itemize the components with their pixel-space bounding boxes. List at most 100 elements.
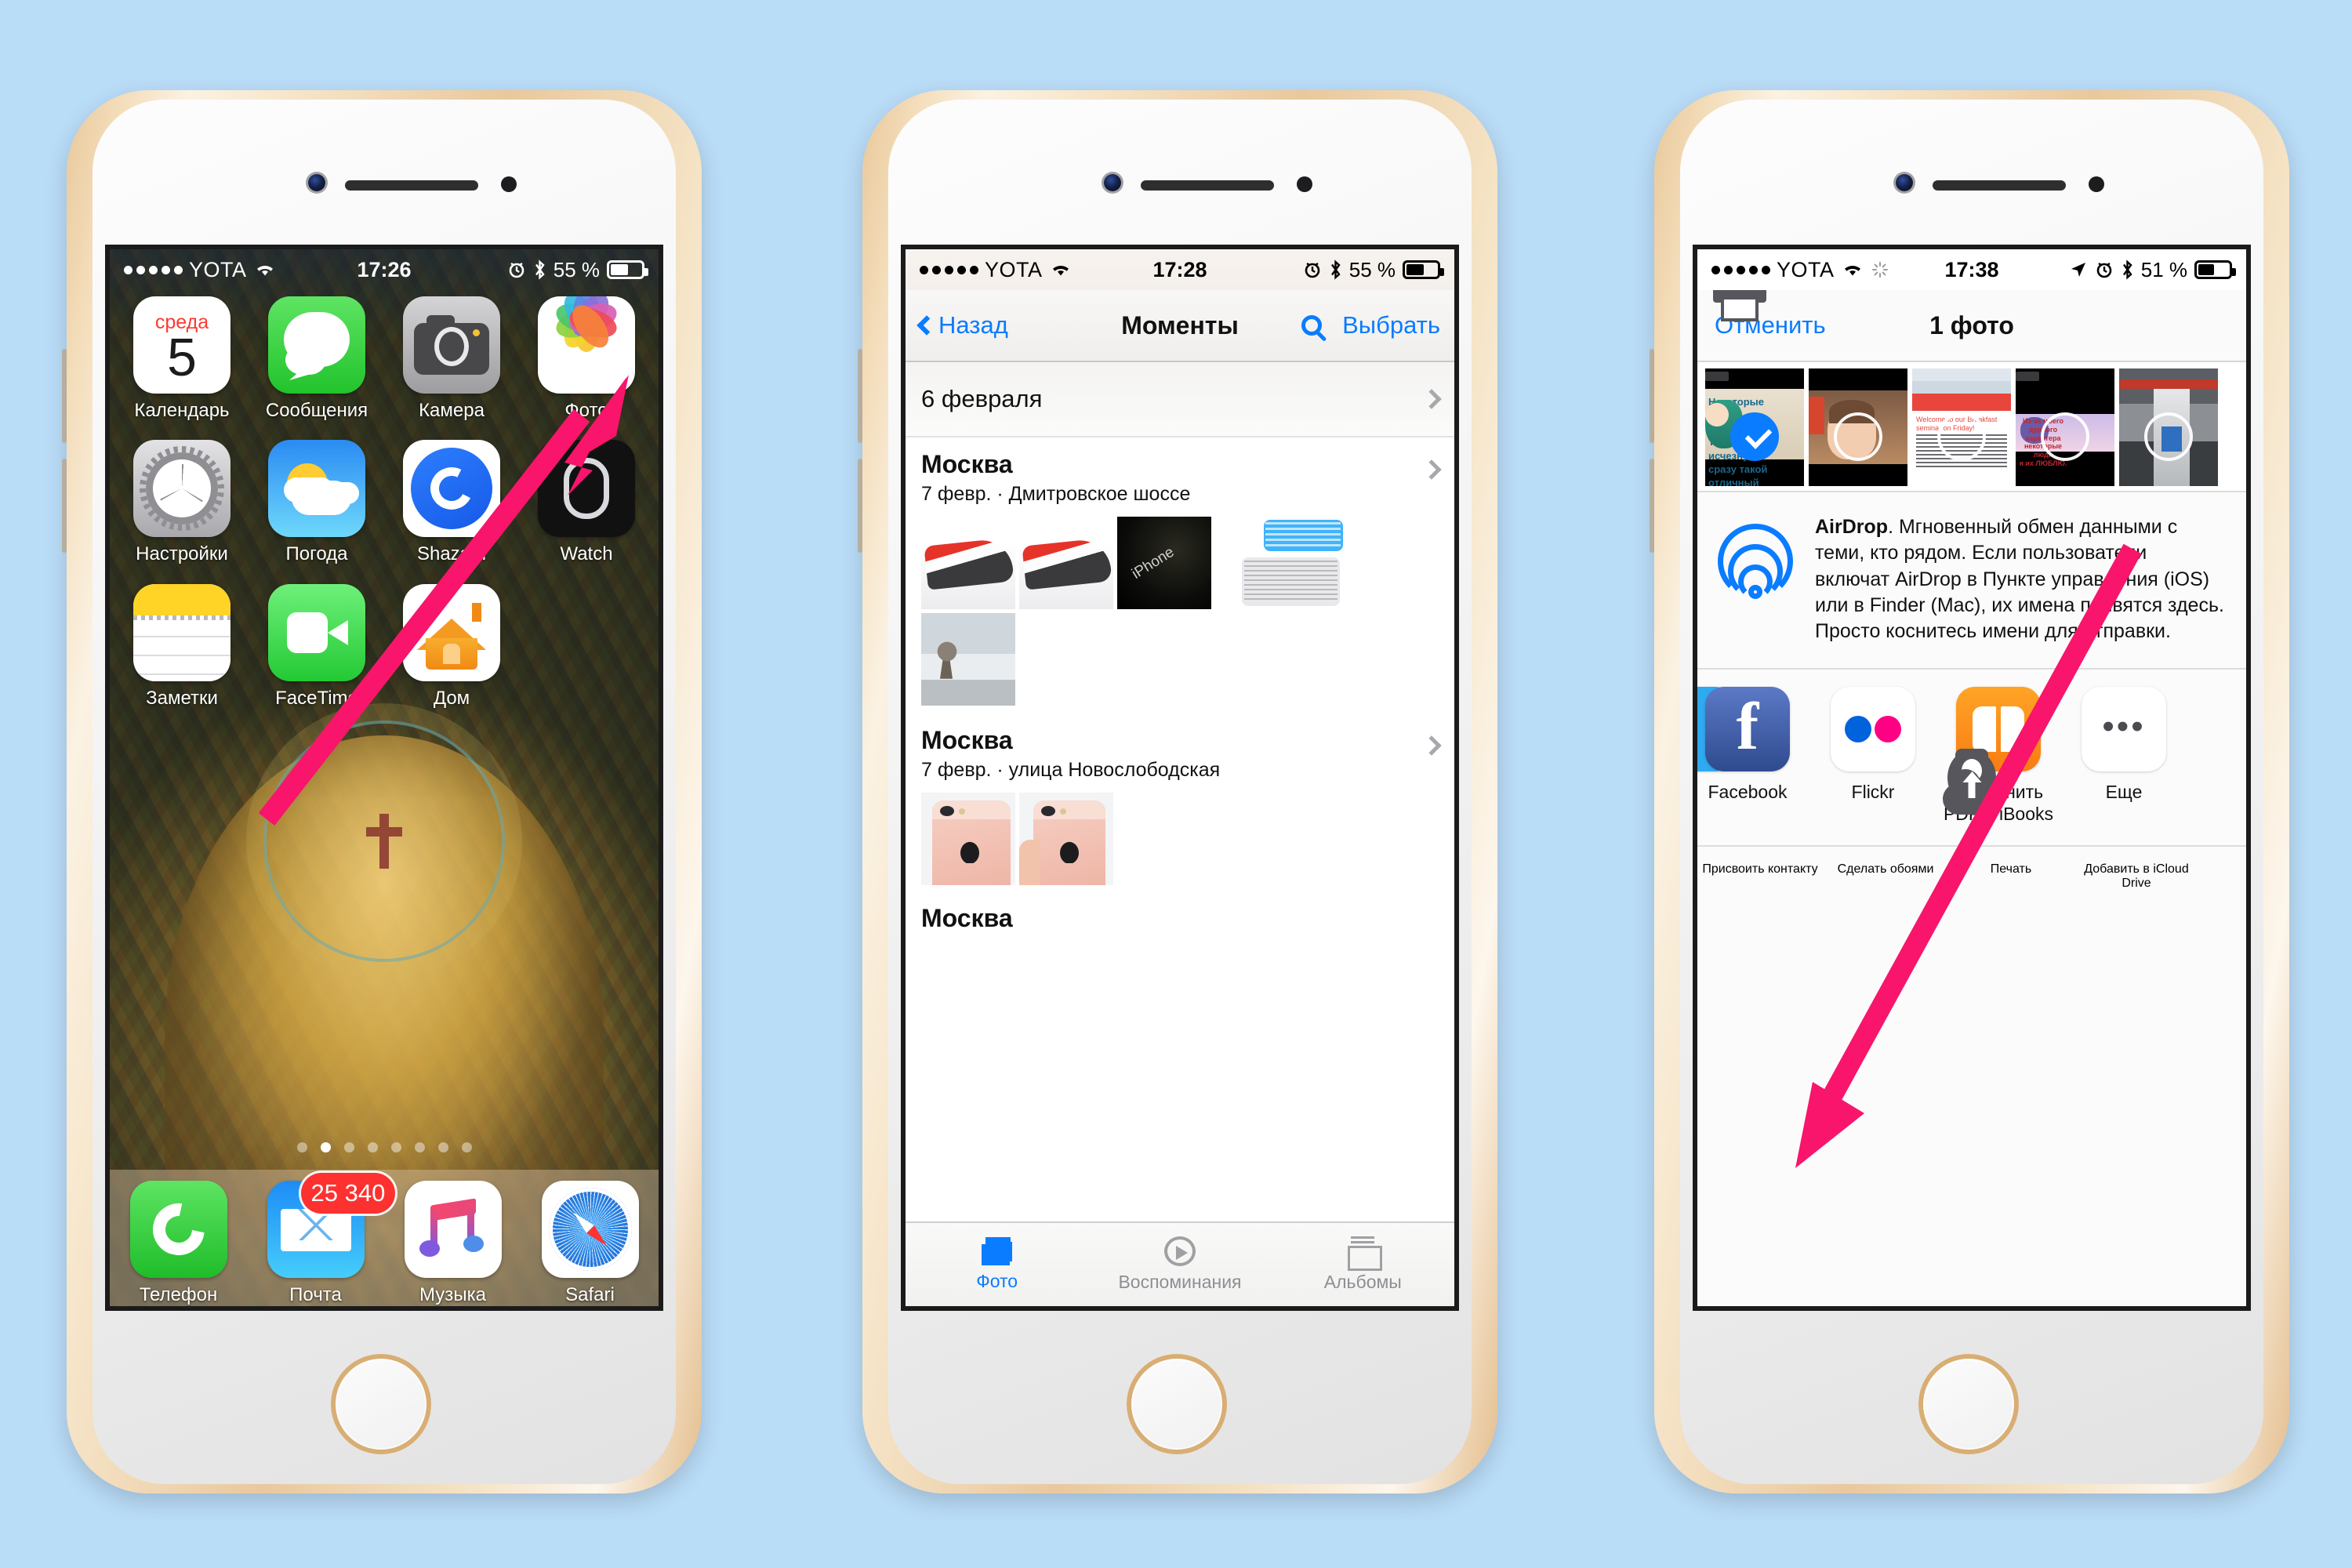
action-assign-contact[interactable]: Присвоить контакту [1697,750,1996,891]
thumbnail-grid [921,792,1439,885]
facetime-icon [268,583,365,681]
photo-thumbnail[interactable] [921,612,1015,706]
page-dot[interactable] [343,1142,354,1152]
page-dot[interactable] [296,1142,307,1152]
photo-strip-thumb[interactable] [1809,368,1907,486]
photo-thumbnail[interactable]: iPhone [1117,516,1211,609]
page-dots[interactable] [110,1142,659,1152]
battery-icon-2 [1403,260,1444,279]
share-action-row[interactable]: Присвоить контакту Сделать обоями Печать [1697,265,2246,909]
selection-circle-icon [2144,412,2193,461]
page-dot[interactable] [367,1142,378,1152]
phone-icon [129,1181,227,1278]
app-camera[interactable]: Камера [400,296,503,421]
share-app-facebook[interactable]: Facebook [1697,687,1810,825]
back-button[interactable]: Назад [916,311,1008,339]
moment-city: Москва [921,450,1013,478]
app-row: среда 5 Календарь Сообщения Камера Фото [130,296,638,421]
photo-thumbnail[interactable] [921,516,1015,609]
app-shazam[interactable]: Shazam [400,440,503,564]
photo-strip[interactable]: Некоторыелюди -как тучи.Толькоисчезнут,с… [1697,362,2246,492]
date-header-row[interactable]: 6 февраля [906,362,1454,437]
memories-icon [1163,1236,1196,1266]
share-title: 1 фото [1929,310,2014,339]
airdrop-title: AirDrop [1815,516,1889,538]
phone-frame: YOTA 17:28 55 % Назад Моменты Выбрать 6 … [858,90,1497,1494]
home-button[interactable] [1127,1354,1227,1454]
volume-down-button[interactable] [858,459,862,553]
app-label: Заметки [146,687,218,709]
tab-photos[interactable]: Фото [906,1223,1088,1306]
photo-thumbnail[interactable] [1215,516,1345,609]
volume-up-button[interactable] [858,349,862,443]
photos-nav-bar: Назад Моменты Выбрать [906,290,1454,362]
share-app-flickr[interactable]: Flickr [1810,687,1936,825]
page-dot[interactable] [390,1142,401,1152]
tab-albums[interactable]: Альбомы [1272,1223,1454,1306]
photo-thumbnail[interactable] [1019,516,1113,609]
share-app-more[interactable]: Еще [2061,687,2187,825]
photo-thumbnail[interactable] [1019,792,1113,885]
page-dot[interactable] [437,1142,448,1152]
tab-label: Альбомы [1323,1272,1402,1292]
chevron-right-icon[interactable] [1421,459,1442,480]
photo-strip-thumb[interactable]: Из-за моего дурного характера некоторые лю… [2016,368,2114,486]
dock-mail[interactable]: 25 340 Почта [265,1173,396,1305]
volume-down-button[interactable] [62,459,67,553]
photo-strip-thumb[interactable]: Welcome to our Breakfast seminar on Frid… [1912,368,2011,486]
app-label: Музыка [419,1284,486,1305]
search-icon[interactable] [1301,315,1323,336]
chevron-right-icon [1421,389,1442,409]
battery-icon-3 [2194,260,2236,279]
earpiece-speaker [345,180,478,191]
phone-frame: YOTA 17:26 55 % среда 5 Календарь Сообще… [62,90,702,1494]
app-label: Календарь [134,400,230,421]
photo-strip-thumb[interactable] [2119,368,2218,486]
page-dot[interactable] [461,1142,472,1152]
app-label: Настройки [136,543,228,565]
home-button[interactable] [331,1354,431,1454]
phone-face: YOTA 17:28 55 % Назад Моменты Выбрать 6 … [888,100,1472,1484]
action-label: Добавить в iCloud Drive [2084,862,2189,891]
dock-phone[interactable]: Телефон [128,1181,230,1305]
dock-music[interactable]: Музыка [402,1181,504,1305]
app-photos[interactable]: Фото [535,296,638,421]
airdrop-description: AirDrop. Мгновенный обмен данными с теми… [1815,514,2226,644]
app-label: Телефон [139,1284,218,1305]
app-notes[interactable]: Заметки [130,583,234,709]
select-button[interactable]: Выбрать [1342,311,1440,339]
home-button[interactable] [1918,1354,2019,1454]
photo-strip-thumb[interactable]: Некоторыелюди -как тучи.Толькоисчезнут,с… [1705,368,1804,486]
app-facetime[interactable]: FaceTime [265,583,368,709]
moment-section: Москва 7 февр. · улица Новослободская [906,706,1454,885]
status-bar-2: YOTA 17:28 55 % [906,249,1454,290]
page-dot[interactable] [320,1142,331,1152]
page-dot[interactable] [414,1142,425,1152]
earpiece-speaker [1141,180,1274,191]
screen-2: YOTA 17:28 55 % Назад Моменты Выбрать 6 … [901,245,1459,1311]
app-weather[interactable]: Погода [265,440,368,564]
proximity-sensor [2089,176,2104,192]
volume-up-button[interactable] [1650,349,1654,443]
dock-safari[interactable]: Safari [539,1181,641,1305]
action-print[interactable]: Печать [1713,265,2074,891]
moment-city: Москва [921,725,1013,754]
photo-thumbnail[interactable] [921,792,1015,885]
phone-face: YOTA 17:26 55 % среда 5 Календарь Сообще… [93,100,676,1484]
app-settings[interactable]: Настройки [130,440,234,564]
tab-memories[interactable]: Воспоминания [1088,1223,1271,1306]
watch-icon [538,440,635,538]
app-home[interactable]: Дом [400,583,503,709]
moments-list[interactable]: 6 февраля Москва 7 февр. · Дмитровское ш… [906,362,1454,1221]
app-watch[interactable]: Watch [535,440,638,564]
app-calendar[interactable]: среда 5 Календарь [130,296,234,421]
volume-up-button[interactable] [62,349,67,443]
app-messages[interactable]: Сообщения [265,296,368,421]
flickr-icon [1831,687,1915,772]
thumbnail-grid: iPhone [921,516,1439,706]
action-set-wallpaper[interactable]: Сделать обоями [1823,749,1988,891]
chevron-right-icon[interactable] [1421,735,1442,756]
more-dots-icon [2082,687,2166,772]
volume-down-button[interactable] [1650,459,1654,553]
action-icloud-drive[interactable]: Добавить в iCloud Drive [1943,768,2199,891]
